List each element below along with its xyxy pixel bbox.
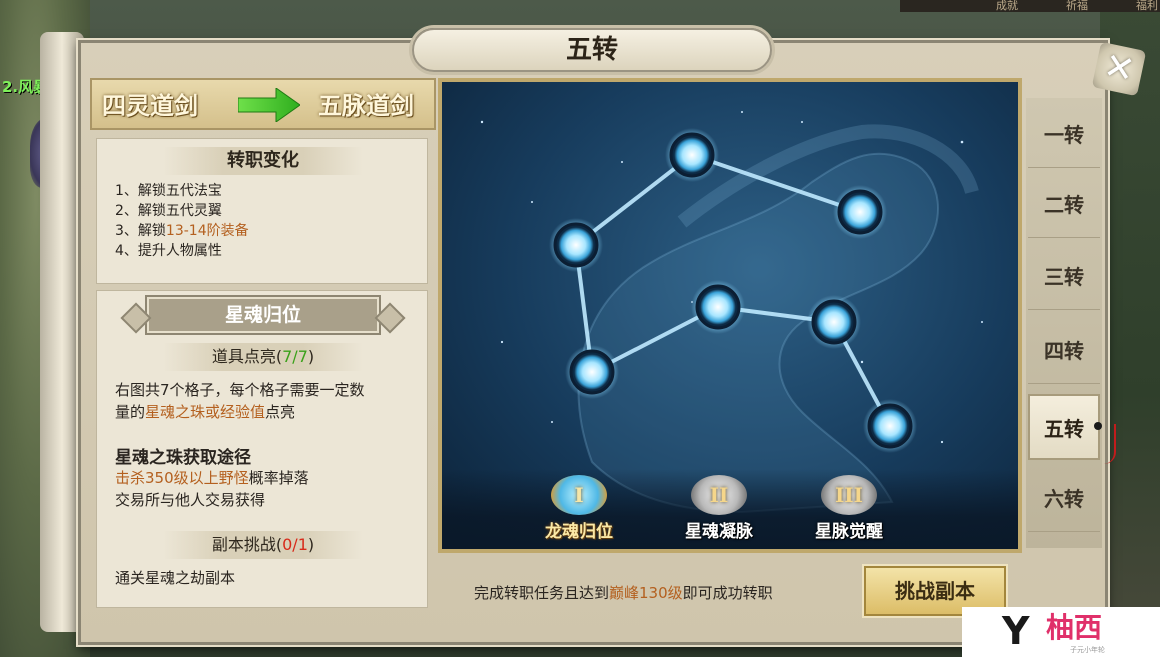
job-change-info: 转职变化 1、解锁五代法宝 2、解锁五代灵翼 3、解锁13-14阶装备 4、提升… bbox=[96, 138, 428, 284]
watermark-sub: 子元小年轮 bbox=[1070, 646, 1105, 654]
requirement-note: 完成转职任务且达到巅峰130级即可成功转职 bbox=[474, 584, 773, 602]
soul-desc-line1: 右图共7个格子，每个格子需要一定数 bbox=[115, 381, 365, 399]
obtain-title: 星魂之珠获取途径 bbox=[115, 448, 251, 468]
change-item: 1、解锁五代法宝 bbox=[115, 183, 222, 199]
top-menu-bar: 成就 祈福 福利 bbox=[900, 0, 1160, 12]
advance-tabs: 一转 二转 三转 四转 五转 六转 bbox=[1026, 98, 1102, 548]
change-item: 3、解锁13-14阶装备 bbox=[115, 223, 249, 239]
soul-desc-line2: 量的星魂之珠或经验值点亮 bbox=[115, 403, 296, 421]
change-item: 4、提升人物属性 bbox=[115, 243, 222, 259]
game-scene-right bbox=[1100, 0, 1160, 657]
tab-fifth-advance[interactable]: 五转 bbox=[1028, 394, 1100, 460]
star-node-5 bbox=[807, 295, 861, 349]
tab-sixth-advance[interactable]: 六转 bbox=[1028, 466, 1100, 532]
dungeon-count: 0/1 bbox=[282, 535, 308, 554]
obtain-line1: 击杀350级以上野怪概率掉落 bbox=[115, 469, 309, 487]
current-job: 四灵道剑 bbox=[102, 91, 198, 120]
items-lit-status: 道具点亮(7/7) bbox=[163, 343, 363, 371]
star-node-3 bbox=[549, 218, 603, 272]
stage-emblem-icon: III bbox=[821, 475, 877, 515]
watermark-logo: Y 柚西 子元小年轮 bbox=[962, 607, 1160, 657]
stage-label: 星脉觉醒 bbox=[815, 522, 883, 542]
tab-first-advance[interactable]: 一转 bbox=[1028, 102, 1100, 168]
star-node-6 bbox=[565, 345, 619, 399]
obtain-line2: 交易所与他人交易获得 bbox=[115, 491, 266, 509]
stage-emblem-icon: II bbox=[691, 475, 747, 515]
stage-emblem-icon: I bbox=[551, 475, 607, 515]
top-menu-pray[interactable]: 祈福 bbox=[1066, 0, 1088, 13]
dungeon-desc: 通关星魂之劫副本 bbox=[115, 569, 236, 587]
change-item: 2、解锁五代灵翼 bbox=[115, 203, 222, 219]
top-menu-welfare[interactable]: 福利 bbox=[1136, 0, 1158, 13]
tab-second-advance[interactable]: 二转 bbox=[1028, 172, 1100, 238]
close-button[interactable]: ✕ bbox=[1091, 41, 1147, 97]
star-node-4 bbox=[691, 280, 745, 334]
stage-label: 星魂凝脉 bbox=[685, 522, 753, 542]
stage-dragon-soul[interactable]: I 龙魂归位 bbox=[524, 475, 634, 542]
arrow-right-icon bbox=[238, 88, 300, 122]
star-node-2 bbox=[833, 185, 887, 239]
stage-star-awaken[interactable]: III 星脉觉醒 bbox=[794, 475, 904, 542]
constellation-map: I 龙魂归位 II 星魂凝脉 III 星脉觉醒 bbox=[438, 78, 1022, 553]
required-level: 巅峰130级 bbox=[609, 584, 683, 602]
changes-title: 转职变化 bbox=[163, 147, 363, 175]
star-soul-title: 星魂归位 bbox=[147, 297, 379, 333]
stage-strip: I 龙魂归位 II 星魂凝脉 III 星脉觉醒 bbox=[442, 469, 1018, 549]
stage-label: 龙魂归位 bbox=[545, 522, 613, 542]
star-soul-info: 星魂归位 道具点亮(7/7) 右图共7个格子，每个格子需要一定数 量的星魂之珠或… bbox=[96, 290, 428, 608]
panel-title: 五转 bbox=[565, 35, 618, 65]
items-lit-count: 7/7 bbox=[282, 347, 308, 366]
tab-fourth-advance[interactable]: 四转 bbox=[1028, 318, 1100, 384]
next-job: 五脉道剑 bbox=[318, 91, 414, 120]
dungeon-status: 副本挑战(0/1) bbox=[163, 531, 363, 559]
panel-title-plate: 五转 bbox=[412, 28, 772, 72]
watermark-mark: Y bbox=[1002, 609, 1030, 653]
tab-third-advance[interactable]: 三转 bbox=[1028, 244, 1100, 310]
tassel-decoration bbox=[1094, 422, 1116, 464]
stage-star-vein[interactable]: II 星魂凝脉 bbox=[664, 475, 774, 542]
job-change-bar: 四灵道剑 五脉道剑 bbox=[90, 78, 436, 130]
star-node-7 bbox=[863, 399, 917, 453]
watermark-name: 柚西 bbox=[1046, 611, 1103, 644]
top-menu-achievement[interactable]: 成就 bbox=[996, 0, 1018, 13]
star-node-1 bbox=[665, 128, 719, 182]
changes-list: 1、解锁五代法宝 2、解锁五代灵翼 3、解锁13-14阶装备 4、提升人物属性 bbox=[115, 181, 249, 261]
